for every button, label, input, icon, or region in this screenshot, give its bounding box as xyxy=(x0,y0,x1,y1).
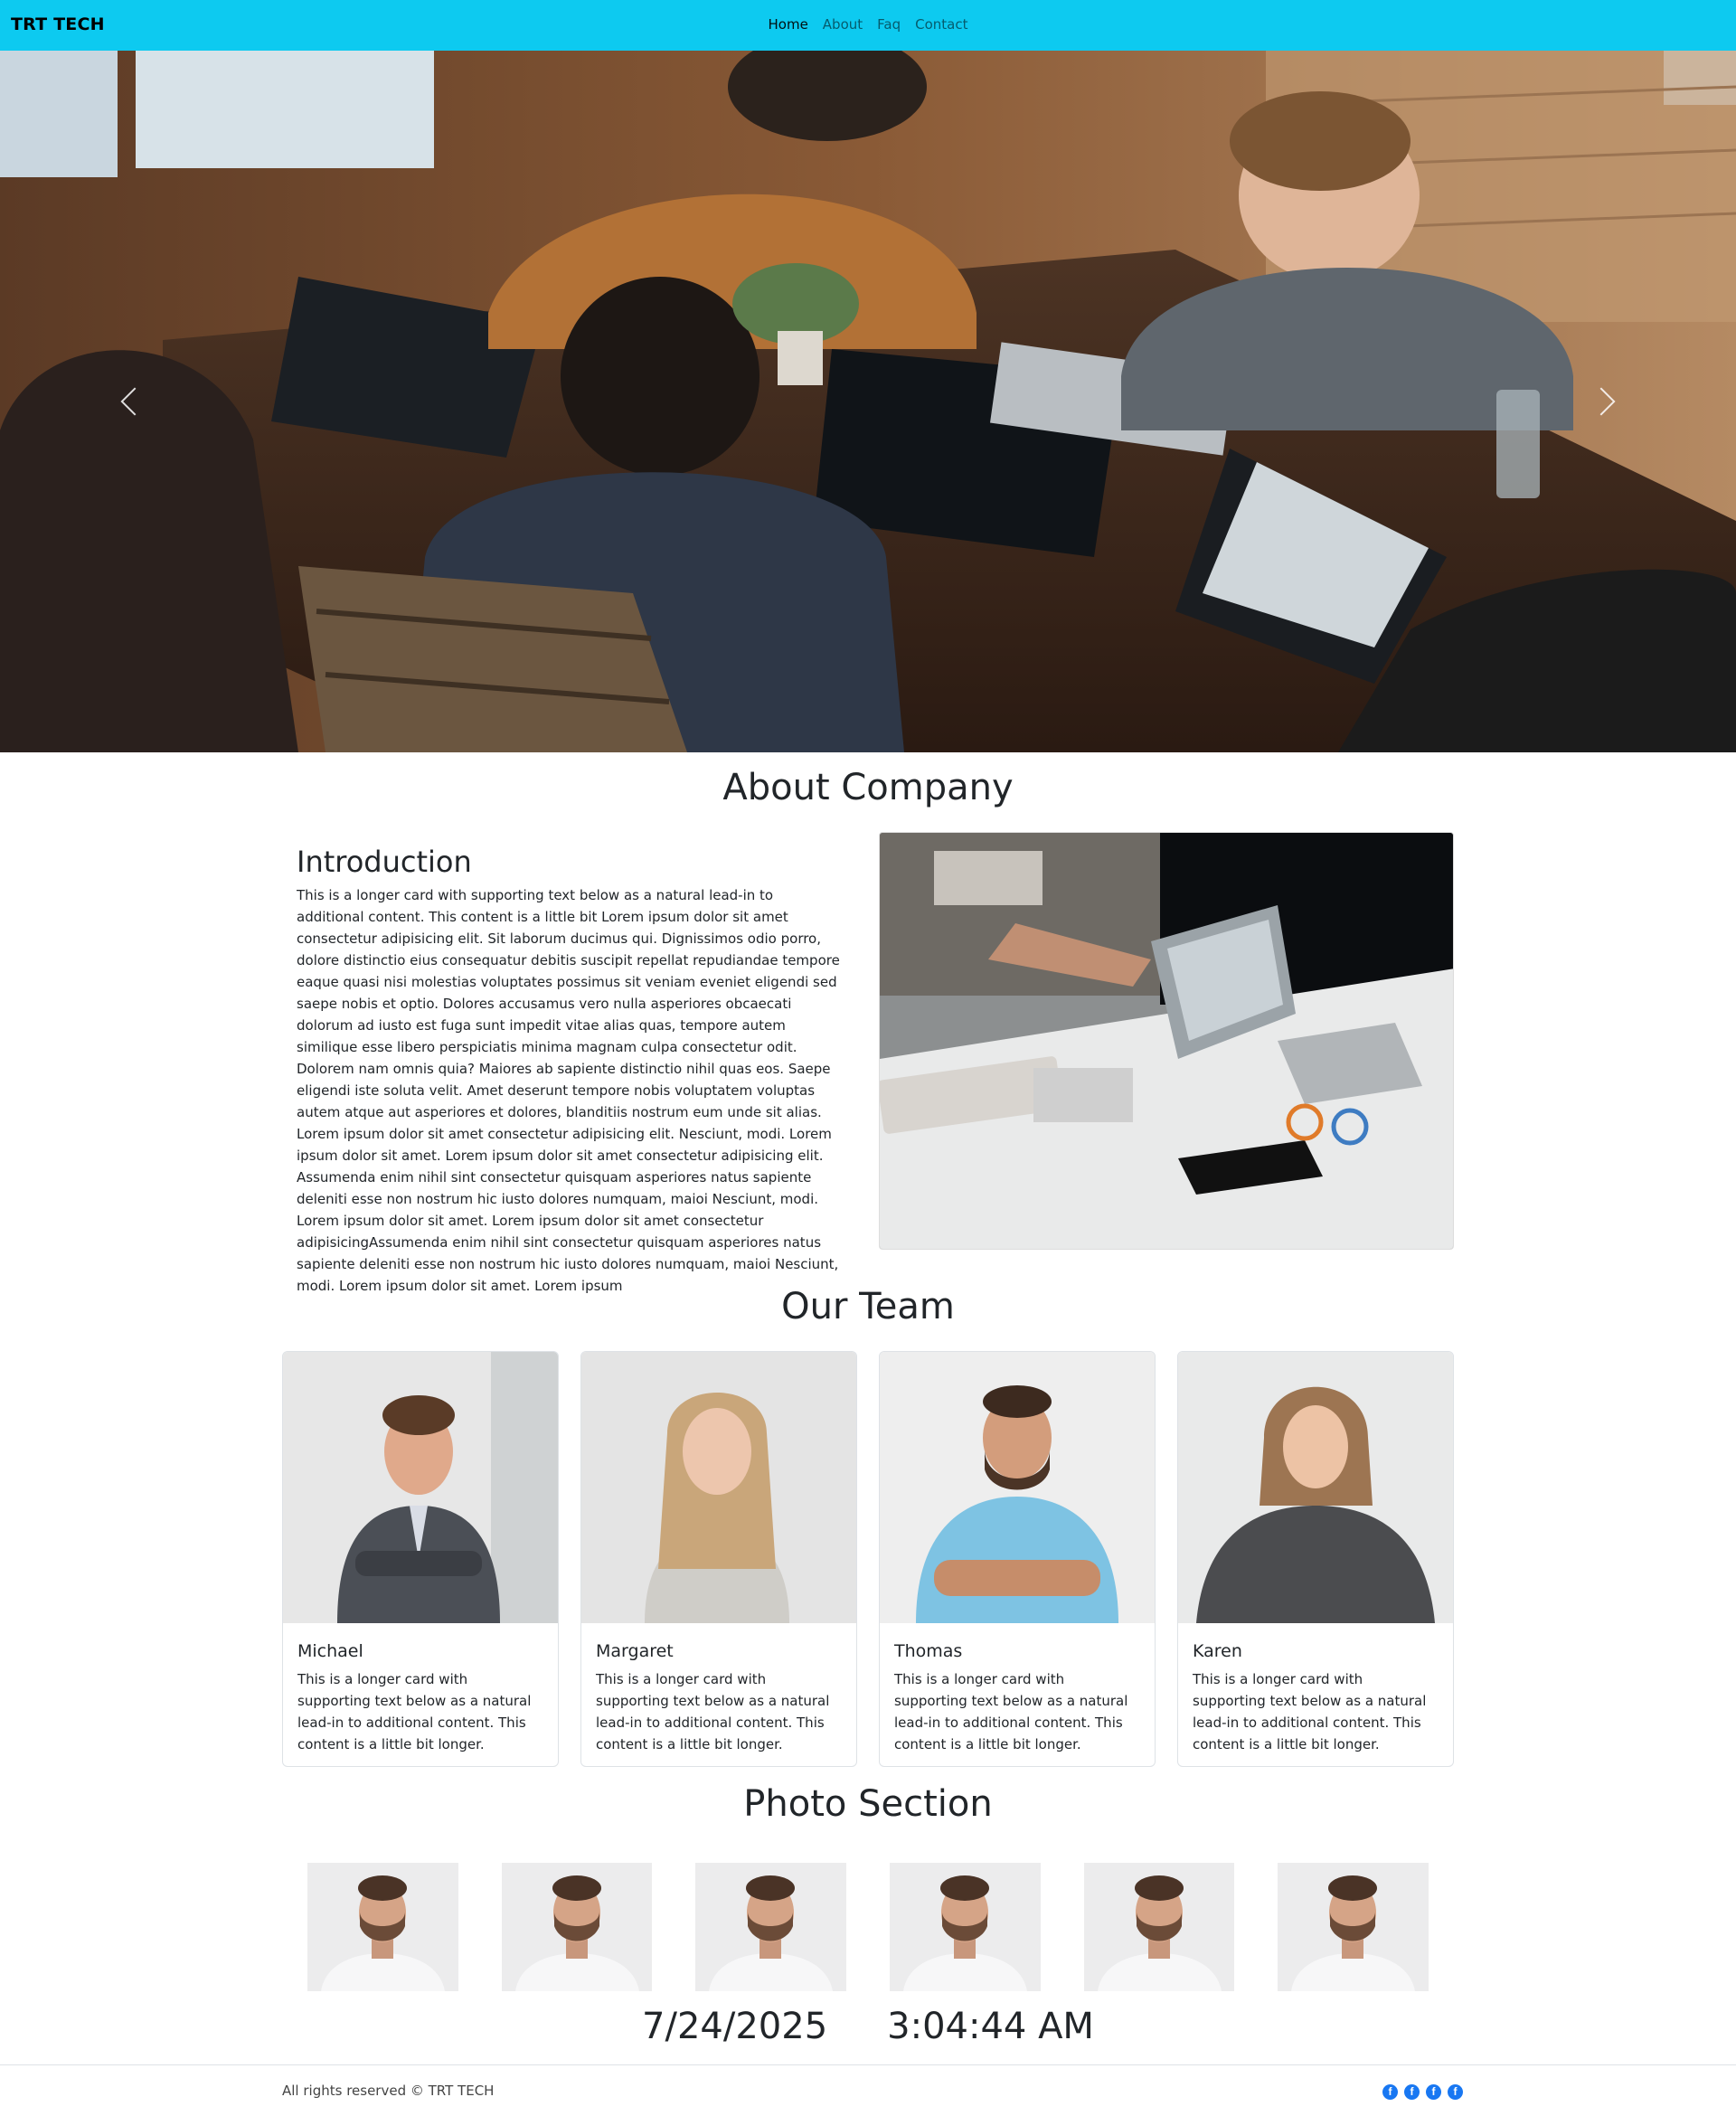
gallery-photo xyxy=(1083,1863,1235,1991)
facebook-icon[interactable]: f xyxy=(1404,2084,1420,2100)
social-links: ffff xyxy=(1382,2084,1463,2100)
nav-link-about[interactable]: About xyxy=(823,16,863,33)
about-section-title: About Company xyxy=(722,767,1014,808)
team-section-title: Our Team xyxy=(781,1286,955,1327)
gallery-photo xyxy=(501,1863,653,1991)
team-member-description: This is a longer card with supporting te… xyxy=(596,1671,830,1752)
gallery-photo xyxy=(890,1863,1041,1991)
team-member-name: Margaret xyxy=(596,1641,674,1661)
team-member-description: This is a longer card with supporting te… xyxy=(1193,1671,1427,1752)
hero-carousel xyxy=(0,51,1736,752)
chevron-right-icon xyxy=(1587,387,1616,416)
team-member-name: Michael xyxy=(297,1641,363,1661)
gallery-photo xyxy=(307,1863,458,1991)
nav-link-home[interactable]: Home xyxy=(769,16,808,33)
date-display: 7/24/2025 xyxy=(642,2006,828,2047)
about-paragraph: This is a longer card with supporting te… xyxy=(297,887,840,1294)
date-time-display: 7/24/2025 3:04:44 AM xyxy=(0,2006,1736,2047)
team-card: Margaret This is a longer card with supp… xyxy=(580,1351,857,1767)
team-member-photo xyxy=(1178,1352,1453,1623)
team-member-photo xyxy=(581,1352,856,1623)
office-desk-image xyxy=(880,833,1453,1249)
about-heading: Introduction xyxy=(297,845,472,879)
team-card: Thomas This is a longer card with suppor… xyxy=(879,1351,1156,1767)
about-image xyxy=(879,832,1454,1250)
nav-link-contact[interactable]: Contact xyxy=(915,16,967,33)
footer-copyright: All rights reserved © TRT TECH xyxy=(282,2083,495,2099)
carousel-next-button[interactable] xyxy=(1474,51,1736,752)
gallery-photo xyxy=(1278,1863,1429,1991)
photo-gallery xyxy=(307,1863,1429,1991)
team-card: Michael This is a longer card with suppo… xyxy=(282,1351,559,1767)
team-member-name: Thomas xyxy=(894,1641,963,1661)
gallery-photo xyxy=(695,1863,847,1991)
nav-link-faq[interactable]: Faq xyxy=(877,16,901,33)
team-member-description: This is a longer card with supporting te… xyxy=(297,1671,532,1752)
team-cards: Michael This is a longer card with suppo… xyxy=(282,1351,1454,1767)
about-text-block: Introduction This is a longer card with … xyxy=(297,845,844,1297)
team-card: Karen This is a longer card with support… xyxy=(1177,1351,1454,1767)
team-member-description: This is a longer card with supporting te… xyxy=(894,1671,1128,1752)
chevron-left-icon xyxy=(120,387,149,416)
navbar: TRT TECH Home About Faq Contact xyxy=(0,0,1736,51)
nav-links: Home About Faq Contact xyxy=(0,16,1736,33)
facebook-icon[interactable]: f xyxy=(1448,2084,1463,2100)
facebook-icon[interactable]: f xyxy=(1382,2084,1398,2100)
facebook-icon[interactable]: f xyxy=(1426,2084,1441,2100)
team-member-photo xyxy=(880,1352,1155,1623)
carousel-prev-button[interactable] xyxy=(0,51,262,752)
time-display: 3:04:44 AM xyxy=(887,2006,1094,2047)
photo-section-title: Photo Section xyxy=(743,1783,993,1825)
footer-divider xyxy=(0,2064,1736,2065)
team-member-photo xyxy=(283,1352,558,1623)
team-member-name: Karen xyxy=(1193,1641,1242,1661)
